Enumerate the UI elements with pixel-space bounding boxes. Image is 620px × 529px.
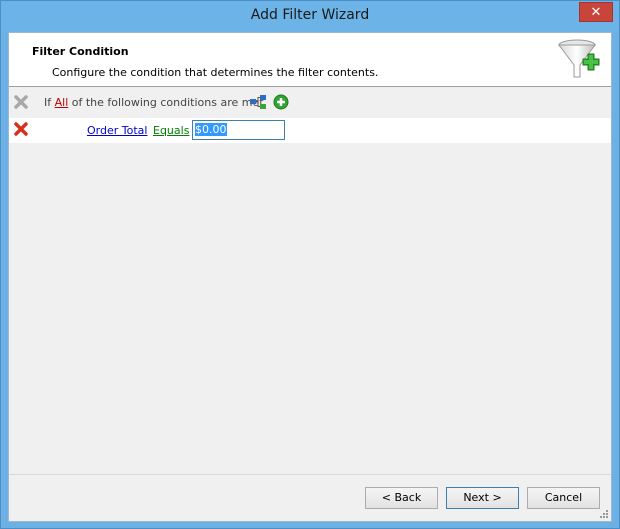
- conditions-suffix-label: of the following conditions are met: [71, 96, 264, 109]
- remove-condition-icon[interactable]: [13, 121, 29, 137]
- wizard-header: Filter Condition Configure the condition…: [9, 33, 611, 87]
- wizard-client-area: Filter Condition Configure the condition…: [8, 32, 612, 522]
- back-button[interactable]: < Back: [365, 487, 438, 509]
- close-button[interactable]: ✕: [579, 2, 613, 22]
- condition-group-header: If All of the following conditions are m…: [9, 91, 611, 113]
- close-icon: ✕: [590, 5, 602, 20]
- if-label: If: [44, 96, 52, 109]
- condition-operator-link[interactable]: Equals: [153, 124, 189, 137]
- quantifier-link[interactable]: All: [55, 96, 69, 109]
- remove-group-icon[interactable]: [13, 94, 29, 110]
- next-button[interactable]: Next >: [446, 487, 519, 509]
- cancel-button[interactable]: Cancel: [527, 487, 600, 509]
- window-title: Add Filter Wizard: [250, 7, 370, 23]
- page-description: Configure the condition that determines …: [52, 66, 379, 79]
- page-title: Filter Condition: [32, 45, 129, 58]
- title-bar[interactable]: Add Filter Wizard ✕: [1, 1, 619, 32]
- add-group-icon[interactable]: [249, 94, 267, 110]
- condition-row: Order Total Equals $0.00: [9, 118, 611, 143]
- condition-group-text: If All of the following conditions are m…: [44, 96, 264, 109]
- add-condition-icon[interactable]: [273, 94, 289, 110]
- wizard-window: Add Filter Wizard ✕ Filter Condition Con…: [0, 0, 620, 529]
- condition-value-input[interactable]: $0.00: [192, 120, 285, 140]
- condition-field-link[interactable]: Order Total: [87, 124, 147, 137]
- condition-value-text: $0.00: [195, 123, 227, 136]
- footer-separator: [9, 474, 611, 475]
- funnel-add-icon: [558, 39, 600, 78]
- resize-grip-icon[interactable]: [599, 509, 609, 519]
